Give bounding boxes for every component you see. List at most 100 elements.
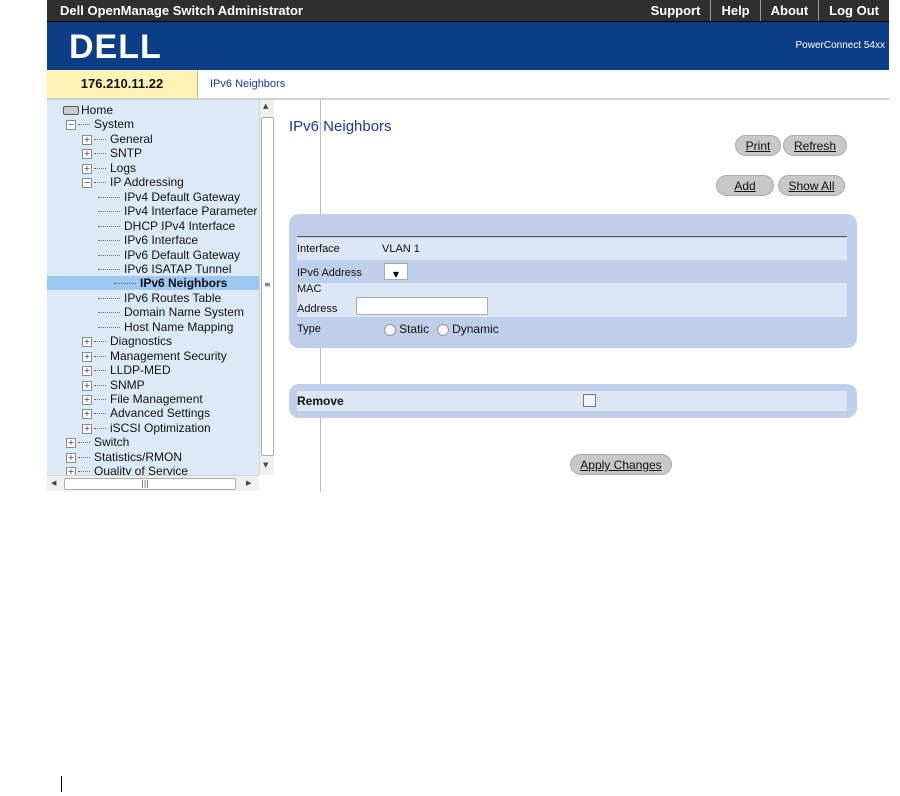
- page-title: IPv6 Neighbors: [289, 118, 392, 135]
- tree-vertical-scrollbar[interactable]: ▲ ≡ ▼: [259, 100, 274, 475]
- tree-item[interactable]: Home: [63, 103, 113, 117]
- scroll-up-icon[interactable]: ▲: [263, 102, 268, 110]
- tree-item-label: IPv6 Interface: [124, 233, 199, 247]
- remove-panel: Remove: [289, 384, 857, 418]
- expand-icon[interactable]: +: [66, 452, 76, 463]
- show-all-button[interactable]: Show All: [778, 175, 845, 196]
- ipv6-address-select[interactable]: ▼: [384, 263, 408, 280]
- collapse-icon[interactable]: −: [66, 119, 76, 130]
- tree-item[interactable]: + SNTP: [82, 146, 142, 160]
- tree-item-label: General: [110, 132, 153, 146]
- app-title: Dell OpenManage Switch Administrator: [60, 3, 303, 18]
- tree-connector: [94, 370, 106, 372]
- tree-item[interactable]: − IP Addressing: [82, 175, 184, 189]
- grip-icon: |||: [141, 479, 150, 488]
- tree-item[interactable]: IPv6 Routes Table: [98, 291, 221, 305]
- ipv6-address-label: IPv6 Address: [297, 267, 362, 279]
- dell-logo-text: DELL: [69, 28, 162, 64]
- remove-checkbox[interactable]: [583, 394, 596, 407]
- vertical-scroll-thumb[interactable]: ≡: [261, 117, 274, 456]
- tree-item[interactable]: + General: [82, 132, 153, 146]
- expand-icon[interactable]: +: [82, 163, 92, 174]
- type-static-option[interactable]: Static: [384, 322, 429, 337]
- tree-body: Home − System + General + SNTP + Logs − IP Address…: [47, 100, 259, 478]
- expand-icon[interactable]: +: [82, 394, 92, 405]
- tree-item-label: IPv6 ISATAP Tunnel: [124, 262, 232, 276]
- expand-icon[interactable]: +: [66, 437, 76, 448]
- scroll-left-icon[interactable]: ◀: [51, 479, 56, 487]
- tree-item[interactable]: + File Management: [82, 392, 203, 406]
- tree-connector: [94, 356, 106, 358]
- tree-item[interactable]: + Management Security: [82, 349, 227, 363]
- about-link[interactable]: About: [759, 0, 819, 21]
- tree-item-label: IPv6 Routes Table: [124, 291, 222, 305]
- tree-item[interactable]: IPv4 Interface Parameter: [98, 204, 257, 218]
- tree-item-label: Home: [81, 103, 114, 117]
- tree-item[interactable]: IPv4 Default Gateway: [98, 190, 240, 204]
- tree-item-label: Diagnostics: [110, 334, 173, 348]
- tree-item[interactable]: + SNMP: [82, 378, 145, 392]
- tree-item[interactable]: IPv6 Default Gateway: [98, 248, 240, 262]
- tree-connector: [98, 211, 120, 213]
- expand-icon[interactable]: +: [82, 408, 92, 419]
- tree-item[interactable]: Host Name Mapping: [98, 320, 233, 334]
- static-radio[interactable]: [384, 324, 396, 337]
- tree-item-label: SNMP: [110, 378, 145, 392]
- tree-item-label: Host Name Mapping: [124, 320, 234, 334]
- tree-item[interactable]: DHCP IPv4 Interface: [98, 219, 235, 233]
- chevron-down-icon: ▼: [392, 270, 400, 279]
- mac-address-input[interactable]: [356, 297, 488, 315]
- tree-item[interactable]: Domain Name System: [98, 305, 244, 319]
- apply-changes-button[interactable]: Apply Changes: [570, 454, 672, 475]
- tree-item-label: IPv6 Default Gateway: [124, 248, 241, 262]
- tree-connector: [78, 471, 90, 473]
- page-margin-mark: [61, 776, 62, 792]
- interface-value: VLAN 1: [382, 243, 420, 255]
- top-links: Support Help About Log Out: [641, 0, 889, 21]
- tree-connector: [98, 269, 120, 271]
- remove-row: Remove: [297, 391, 847, 411]
- model-name: PowerConnect 54xx: [795, 40, 886, 51]
- tree-item-label: IPv6 Neighbors: [140, 276, 228, 290]
- tree-item[interactable]: + Logs: [82, 161, 136, 175]
- add-button[interactable]: Add: [716, 175, 774, 196]
- content-area: IPv6 Neighbors Print Refresh Add Show Al…: [289, 100, 889, 492]
- tree-item[interactable]: + iSCSI Optimization: [82, 421, 211, 435]
- tree-item[interactable]: + Statistics/RMON: [66, 450, 182, 464]
- expand-icon[interactable]: +: [82, 365, 92, 376]
- support-link[interactable]: Support: [641, 0, 711, 21]
- expand-icon[interactable]: +: [82, 380, 92, 391]
- expand-icon[interactable]: +: [82, 148, 92, 159]
- horizontal-scroll-thumb[interactable]: |||: [64, 478, 236, 490]
- tree-item[interactable]: IPv6 Interface: [98, 233, 198, 247]
- tree-item[interactable]: + Switch: [66, 435, 129, 449]
- collapse-icon[interactable]: −: [82, 177, 92, 188]
- print-button[interactable]: Print: [735, 135, 781, 156]
- expand-icon[interactable]: +: [82, 423, 92, 434]
- tree-item[interactable]: + Advanced Settings: [82, 406, 210, 420]
- tree-item[interactable]: + Diagnostics: [82, 334, 172, 348]
- tree-item[interactable]: IPv6 Neighbors: [47, 276, 259, 290]
- scroll-right-icon[interactable]: ▶: [246, 479, 251, 487]
- type-dynamic-option[interactable]: Dynamic: [437, 322, 499, 337]
- expand-icon[interactable]: +: [82, 336, 92, 347]
- logout-link[interactable]: Log Out: [818, 0, 889, 21]
- tree-connector: [94, 182, 106, 184]
- tree-connector: [98, 226, 120, 228]
- dynamic-radio[interactable]: [437, 324, 449, 337]
- expand-icon[interactable]: +: [82, 134, 92, 145]
- tree-item-label: Statistics/RMON: [94, 450, 183, 464]
- tree-connector: [114, 283, 136, 285]
- tree-item[interactable]: IPv6 ISATAP Tunnel: [98, 262, 231, 276]
- tree-horizontal-scrollbar[interactable]: ◀ ||| ▶: [47, 475, 259, 491]
- tree-item[interactable]: + LLDP-MED: [82, 363, 171, 377]
- tree-connector: [78, 124, 90, 126]
- banner: DELL PowerConnect 54xx: [47, 22, 889, 70]
- tree-item-label: IPv4 Default Gateway: [124, 190, 241, 204]
- scroll-down-icon[interactable]: ▼: [263, 461, 268, 469]
- tree-item[interactable]: − System: [66, 117, 134, 131]
- expand-icon[interactable]: +: [82, 351, 92, 362]
- mac-row: MAC Address: [297, 283, 847, 317]
- refresh-button[interactable]: Refresh: [783, 135, 847, 156]
- help-link[interactable]: Help: [710, 0, 759, 21]
